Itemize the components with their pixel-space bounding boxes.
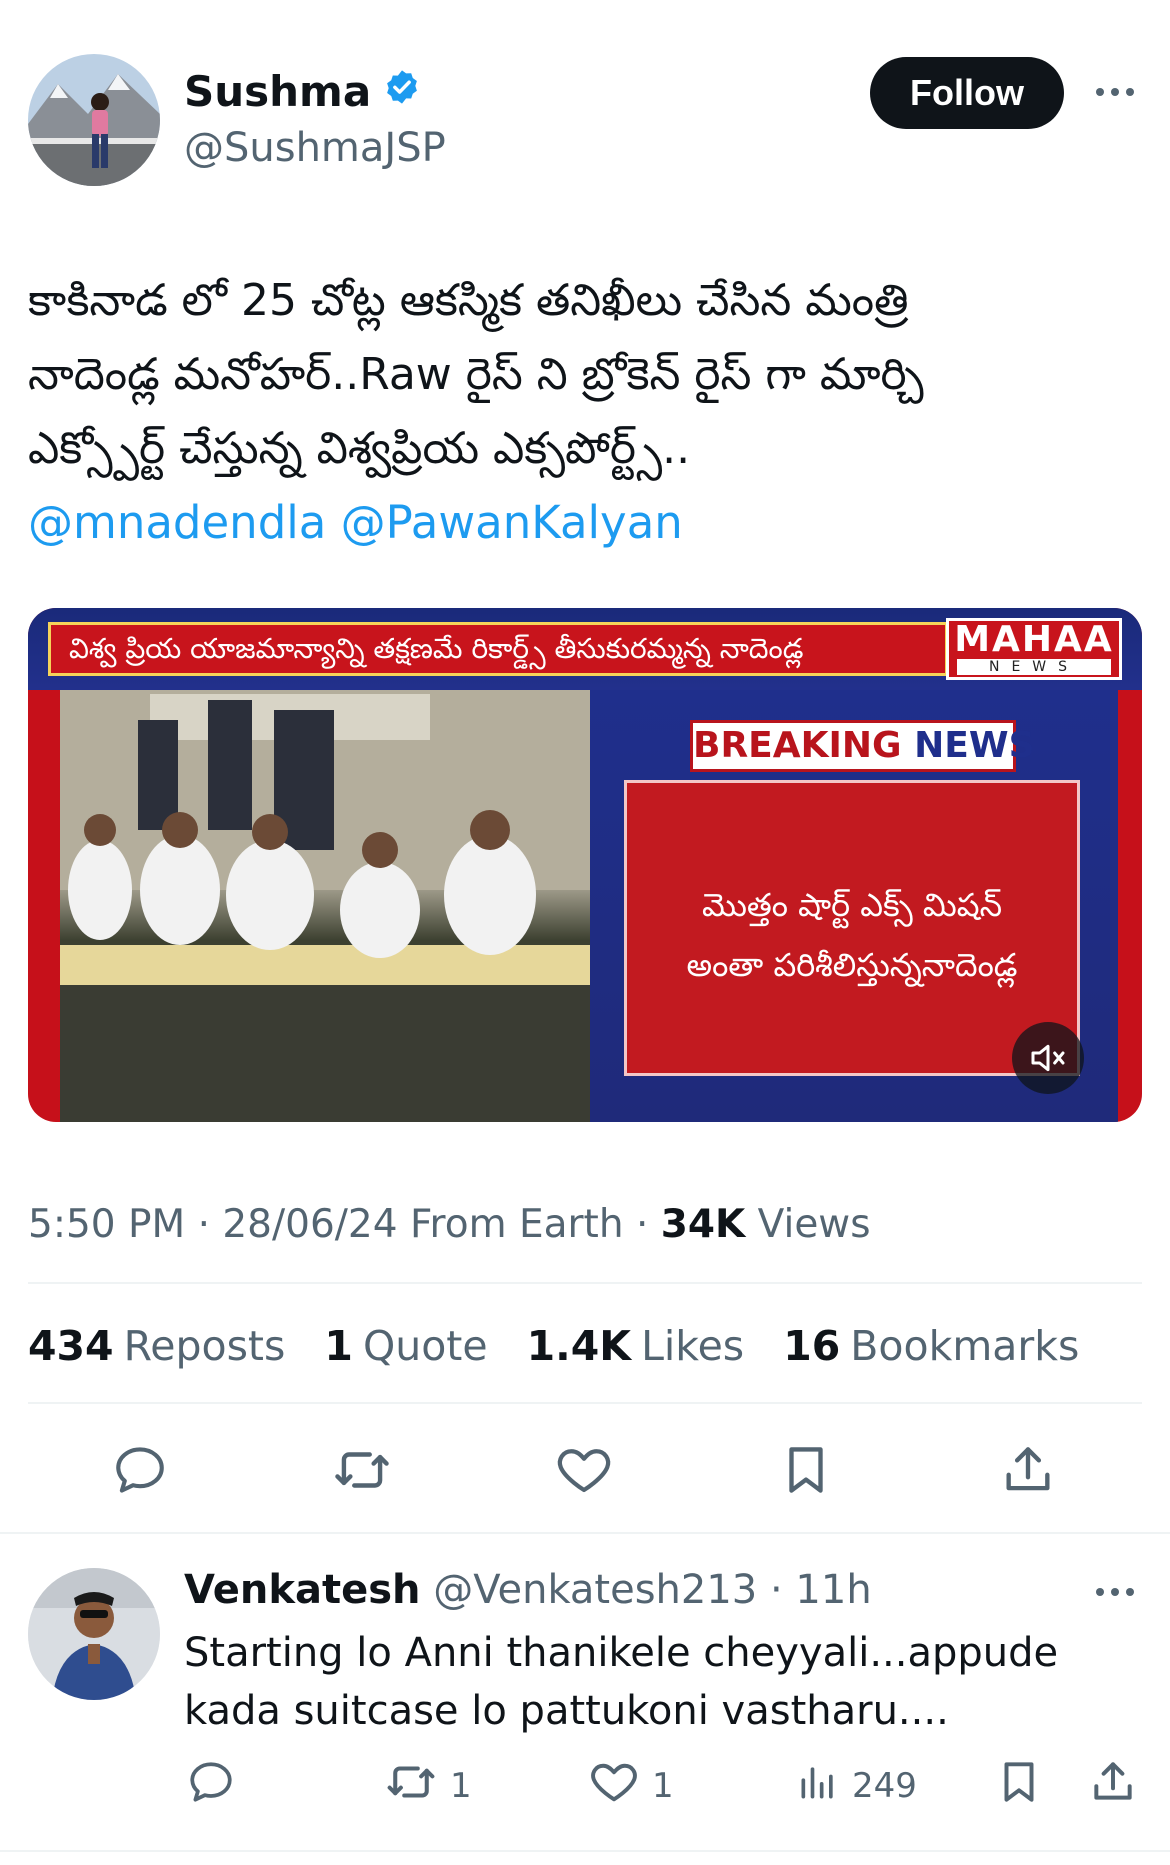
divider bbox=[0, 1532, 1170, 1534]
video-banner-text: విశ్వ ప్రియ యాజమాన్యాన్ని తక్షణమే రికార్… bbox=[48, 622, 948, 676]
bookmarks-count: 16 bbox=[783, 1322, 841, 1370]
tweet-text-line: ఎక్స్పోర్ట్ చేస్తున్న విశ్వప్రియ ఎక్సపోర… bbox=[28, 423, 691, 474]
reply-like-button[interactable]: 1 bbox=[588, 1756, 674, 1816]
bookmarks-label: Bookmarks bbox=[850, 1322, 1080, 1370]
video-banner: విశ్వ ప్రియ యాజమాన్యాన్ని తక్షణమే రికార్… bbox=[28, 608, 1142, 690]
likes-count: 1.4K bbox=[526, 1322, 632, 1370]
breaking-word: BREAKING bbox=[693, 725, 902, 766]
breaking-news-line: మొత్తం షార్ట్ ఎక్స్ మిషన్ bbox=[701, 886, 1003, 924]
breaking-news-label: BREAKING NEWS bbox=[690, 720, 1035, 772]
author-name[interactable]: Sushma bbox=[184, 66, 371, 118]
channel-logo: MAHAA NEWS bbox=[946, 618, 1122, 680]
likes-stat[interactable]: 1.4K Likes bbox=[527, 1322, 745, 1370]
bookmarks-stat[interactable]: 16 Bookmarks bbox=[783, 1322, 1079, 1370]
heart-icon[interactable] bbox=[548, 1434, 620, 1506]
mute-icon[interactable] bbox=[1012, 1022, 1084, 1094]
likes-label: Likes bbox=[641, 1322, 745, 1370]
channel-sub: NEWS bbox=[957, 659, 1111, 675]
reply-header: Venkatesh @Venkatesh213 · 11h bbox=[184, 1567, 872, 1613]
quotes-stat[interactable]: 1 Quote bbox=[324, 1322, 487, 1370]
repost-icon[interactable] bbox=[326, 1434, 398, 1506]
views-count: 34K bbox=[660, 1202, 746, 1247]
reposts-count: 434 bbox=[28, 1322, 114, 1370]
tweet-text-line: కాకినాడ లో 25 చోట్ల ఆకస్మిక తనిఖీలు చేసి… bbox=[28, 275, 909, 326]
repost-icon bbox=[384, 1755, 438, 1818]
reposts-label: Reposts bbox=[123, 1322, 286, 1370]
mention-link[interactable]: @PawanKalyan bbox=[341, 496, 683, 549]
views-icon bbox=[796, 1760, 840, 1813]
reply-share-button[interactable] bbox=[1088, 1756, 1138, 1816]
breaking-news-box: మొత్తం షార్ట్ ఎక్స్ మిషన్ అంతా పరిశీలిస్… bbox=[624, 780, 1080, 1076]
author-avatar[interactable] bbox=[28, 54, 160, 186]
share-icon bbox=[1088, 1757, 1138, 1816]
reply-repost-button[interactable]: 1 bbox=[384, 1756, 472, 1816]
reply-text-line: Starting lo Anni thanikele cheyyali...ap… bbox=[184, 1630, 1059, 1676]
bookmark-icon[interactable] bbox=[770, 1434, 842, 1506]
reply-text: Starting lo Anni thanikele cheyyali...ap… bbox=[184, 1624, 1084, 1740]
divider bbox=[28, 1402, 1142, 1404]
reply-views-count: 249 bbox=[852, 1766, 917, 1806]
tweet-date[interactable]: 28/06/24 bbox=[222, 1202, 397, 1247]
reply-reply-button[interactable] bbox=[186, 1756, 236, 1816]
breaking-news-line: అంతా పరిశీలిస్తున్ననాదెండ్ల bbox=[686, 946, 1018, 984]
divider bbox=[0, 1850, 1170, 1852]
bookmark-icon bbox=[994, 1757, 1044, 1816]
news-word: NEWS bbox=[914, 725, 1035, 766]
tweet-time[interactable]: 5:50 PM bbox=[28, 1202, 185, 1247]
video-player[interactable]: విశ్వ ప్రియ యాజమాన్యాన్ని తక్షణమే రికార్… bbox=[28, 608, 1142, 1122]
tweet-text-line: నాదెండ్ల మనోహర్..Raw రైస్ ని బ్రోకెన్ రై… bbox=[28, 349, 924, 400]
more-dots-icon[interactable] bbox=[1090, 1572, 1140, 1612]
breaking-news-text: మొత్తం షార్ట్ ఎక్స్ మిషన్ అంతా పరిశీలిస్… bbox=[627, 875, 1077, 995]
follow-button[interactable]: Follow bbox=[870, 57, 1064, 129]
video-scene bbox=[60, 690, 590, 1122]
more-dots-icon[interactable] bbox=[1090, 72, 1140, 112]
reply-text-line: kada suitcase lo pattukoni vastharu.... bbox=[184, 1688, 949, 1734]
verified-badge-icon bbox=[383, 66, 421, 118]
reply-author-name[interactable]: Venkatesh bbox=[184, 1567, 421, 1613]
engagement-stats: 434 Reposts 1 Quote 1.4K Likes 16 Bookmarks bbox=[28, 1320, 1105, 1372]
channel-name: MAHAA bbox=[954, 619, 1114, 660]
quotes-count: 1 bbox=[324, 1322, 353, 1370]
tweet-text: కాకినాడ లో 25 చోట్ల ఆకస్మిక తనిఖీలు చేసి… bbox=[28, 264, 1138, 560]
share-icon[interactable] bbox=[992, 1434, 1064, 1506]
reply-avatar[interactable] bbox=[28, 1568, 160, 1700]
author-handle[interactable]: @SushmaJSP bbox=[184, 122, 446, 174]
tweet-meta: 5:50 PM · 28/06/24 From Earth · 34K View… bbox=[28, 1202, 871, 1247]
reply-bookmark-button[interactable] bbox=[994, 1756, 1044, 1816]
views-label: Views bbox=[757, 1202, 871, 1247]
mention-link[interactable]: @mnadendla bbox=[28, 496, 326, 549]
reply-views-button[interactable]: 249 bbox=[796, 1756, 917, 1816]
heart-icon bbox=[588, 1756, 640, 1817]
reply-time[interactable]: 11h bbox=[795, 1567, 871, 1613]
reply-repost-count: 1 bbox=[450, 1766, 472, 1806]
reposts-stat[interactable]: 434 Reposts bbox=[28, 1322, 285, 1370]
reply-like-count: 1 bbox=[652, 1766, 674, 1806]
reply-icon bbox=[186, 1757, 236, 1816]
reply-icon[interactable] bbox=[104, 1434, 176, 1506]
quotes-label: Quote bbox=[362, 1322, 488, 1370]
author-name-row[interactable]: Sushma bbox=[184, 66, 421, 118]
mentions-row: @mnadendla @PawanKalyan bbox=[28, 486, 1138, 560]
divider bbox=[28, 1282, 1142, 1284]
reply-author-handle[interactable]: @Venkatesh213 bbox=[433, 1567, 757, 1613]
tweet-source: From Earth bbox=[409, 1202, 624, 1247]
